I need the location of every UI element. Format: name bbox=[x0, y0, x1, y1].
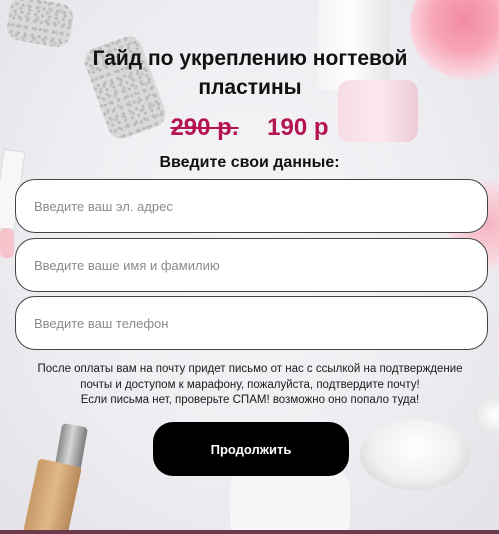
continue-button[interactable]: Продолжить bbox=[153, 422, 349, 476]
old-price: 290 р. bbox=[170, 114, 239, 141]
form-subtitle: Введите свои данные: bbox=[159, 154, 340, 171]
payment-note: После оплаты вам на почту придет письмо … bbox=[8, 362, 492, 409]
name-input[interactable] bbox=[15, 238, 488, 292]
title-line-1: Гайд по укреплению ногтевой bbox=[92, 47, 408, 70]
email-input[interactable] bbox=[15, 179, 488, 233]
page-title: Гайд по укреплению ногтевой пластины bbox=[40, 44, 460, 102]
price-block: 290 р. 190 р bbox=[0, 114, 499, 142]
order-form: Гайд по укреплению ногтевой пластины 290… bbox=[0, 0, 499, 534]
new-price: 190 р bbox=[267, 114, 329, 141]
phone-input[interactable] bbox=[15, 296, 488, 350]
note-line-3: Если письма нет, проверьте СПАМ! возможн… bbox=[80, 394, 420, 406]
note-line-1: После оплаты вам на почту придет письмо … bbox=[37, 363, 463, 375]
title-line-2: пластины bbox=[198, 76, 302, 99]
note-line-2: почты и доступом к марафону, пожалуйста,… bbox=[80, 378, 420, 391]
